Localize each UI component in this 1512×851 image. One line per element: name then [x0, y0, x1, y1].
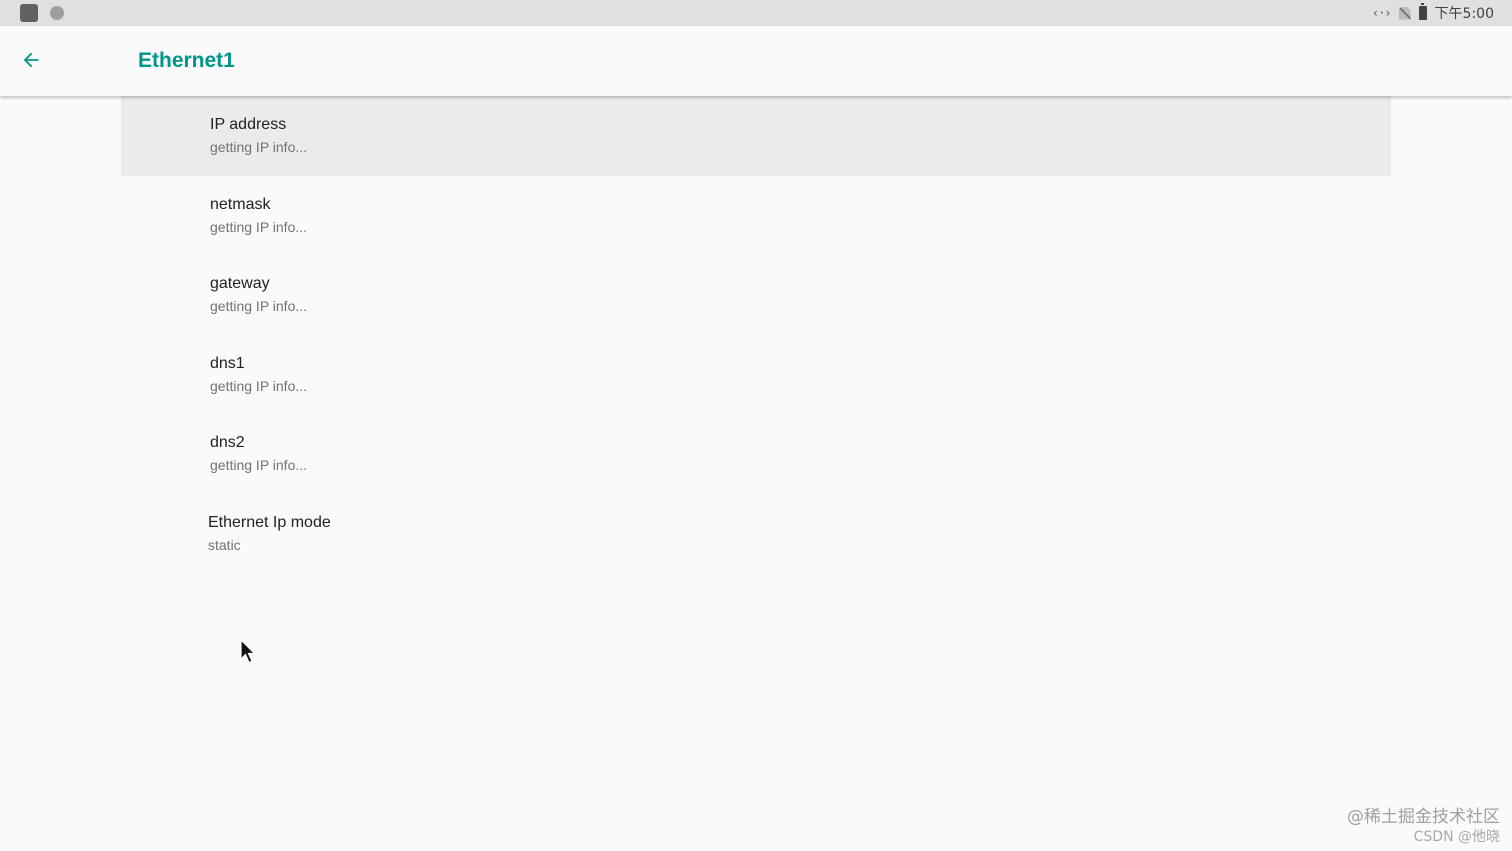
watermark: @稀土掘金技术社区 CSDN @他晓	[1347, 807, 1500, 847]
pref-title: dns1	[210, 354, 245, 372]
pref-summary: getting IP info...	[210, 457, 308, 474]
status-right-icons: ‹·› 下午5:00	[1372, 3, 1494, 23]
pref-summary: static	[208, 536, 241, 553]
back-button[interactable]	[14, 43, 48, 77]
pref-dns1[interactable]: dns1 getting IP info...	[121, 335, 1391, 415]
pref-ethernet-ip-mode[interactable]: Ethernet Ip mode static	[121, 494, 1391, 574]
status-bar: ‹·› 下午5:00	[0, 0, 1512, 26]
pref-summary: getting IP info...	[210, 298, 308, 315]
no-sim-icon	[1398, 6, 1411, 20]
mouse-cursor-icon	[240, 639, 256, 664]
pref-summary: getting IP info...	[210, 218, 308, 235]
watermark-line2: CSDN @他晓	[1413, 829, 1500, 845]
page-title: Ethernet1	[138, 49, 235, 72]
stop-square-icon	[20, 4, 38, 22]
pref-title: dns2	[210, 434, 245, 452]
pref-summary: getting IP info...	[210, 377, 308, 394]
pref-dns2[interactable]: dns2 getting IP info...	[121, 414, 1391, 494]
pref-title: IP address	[210, 116, 287, 133]
pref-title: gateway	[210, 275, 270, 293]
status-clock: 下午5:00	[1434, 6, 1494, 22]
pref-ip-address[interactable]: IP address getting IP info...	[121, 96, 1391, 176]
pref-title: netmask	[210, 195, 271, 213]
arrow-back-icon	[23, 52, 39, 68]
preference-list: IP address getting IP info... netmask ge…	[121, 96, 1391, 574]
pref-netmask[interactable]: netmask getting IP info...	[121, 176, 1391, 256]
circle-dot-icon	[50, 6, 64, 20]
app-bar: Ethernet1	[0, 26, 1512, 96]
battery-icon	[1418, 3, 1427, 20]
pref-summary: getting IP info...	[210, 139, 308, 155]
status-left-icons	[20, 4, 64, 22]
pref-gateway[interactable]: gateway getting IP info...	[121, 255, 1391, 335]
ethernet-icon: ‹·›	[1371, 6, 1392, 20]
pref-title: Ethernet Ip mode	[208, 513, 331, 531]
watermark-line1: @稀土掘金技术社区	[1347, 807, 1500, 827]
